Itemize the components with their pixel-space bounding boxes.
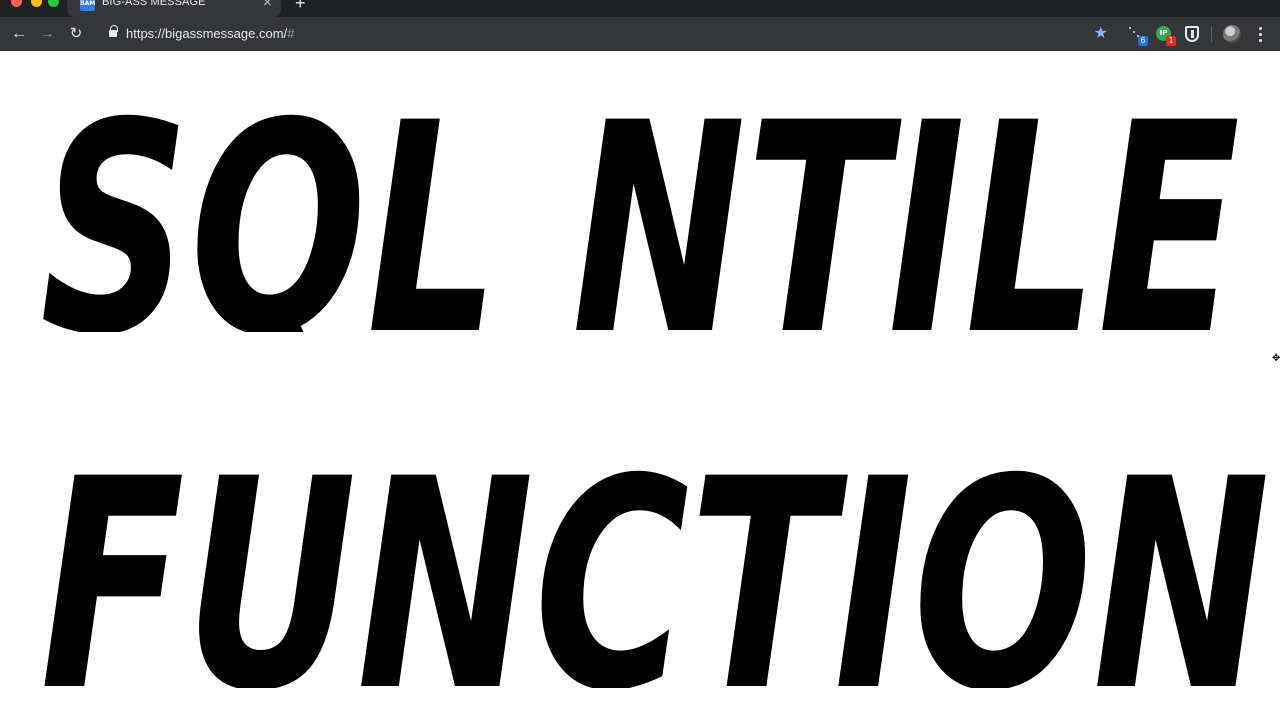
message-line-1: SQL NTILE [40,92,1240,332]
url-main: https://bigassmessage.com/ [126,26,288,41]
page-content: SQL NTILE FUNCTION ✥ [0,52,1280,720]
tab-close-icon[interactable]: × [263,0,272,12]
window-close-button[interactable] [11,0,22,7]
avatar-icon[interactable] [1223,25,1241,43]
extension-badge: 1 [1166,36,1176,46]
tab-title: BIG-ASS MESSAGE [102,0,206,8]
back-button[interactable]: ← [10,25,28,43]
lock-icon[interactable] [109,25,118,37]
extension-dots-icon[interactable]: 6 [1128,26,1148,46]
more-vert-icon[interactable] [1255,26,1265,42]
bookmark-star-icon[interactable]: ★ [1094,24,1108,44]
toolbar-divider [1211,27,1212,42]
url-text[interactable]: https://bigassmessage.com/# [126,26,294,41]
new-tab-button[interactable]: + [295,0,306,13]
reload-button[interactable]: ↻ [67,25,85,43]
shield-shape [1185,26,1199,42]
url-fragment: # [287,26,295,41]
browser-toolbar: ← → ↻ https://bigassmessage.com/# ★ 6 IP… [0,17,1280,51]
mouse-cursor-icon: ✥ [1272,353,1280,364]
shield-icon[interactable] [1184,26,1200,42]
extension-green-circle-icon[interactable]: IP 1 [1156,26,1176,46]
window-minimize-button[interactable] [31,0,42,7]
message-line-1-text: SQL NTILE [40,92,1240,332]
tab-strip: BAM BIG-ASS MESSAGE × + [0,0,1280,17]
tab-big-ass-message[interactable]: BAM BIG-ASS MESSAGE × [67,0,281,17]
message-line-2: FUNCTION [40,448,1270,688]
favicon-icon: BAM [80,0,95,11]
forward-button[interactable]: → [38,25,56,43]
address-bar[interactable]: https://bigassmessage.com/# ★ [97,20,1118,48]
extension-badge: 6 [1138,36,1148,46]
window-maximize-button[interactable] [48,0,59,7]
message-line-2-text: FUNCTION [40,448,1270,688]
browser-window: BAM BIG-ASS MESSAGE × + ← → ↻ https://bi… [0,0,1280,720]
